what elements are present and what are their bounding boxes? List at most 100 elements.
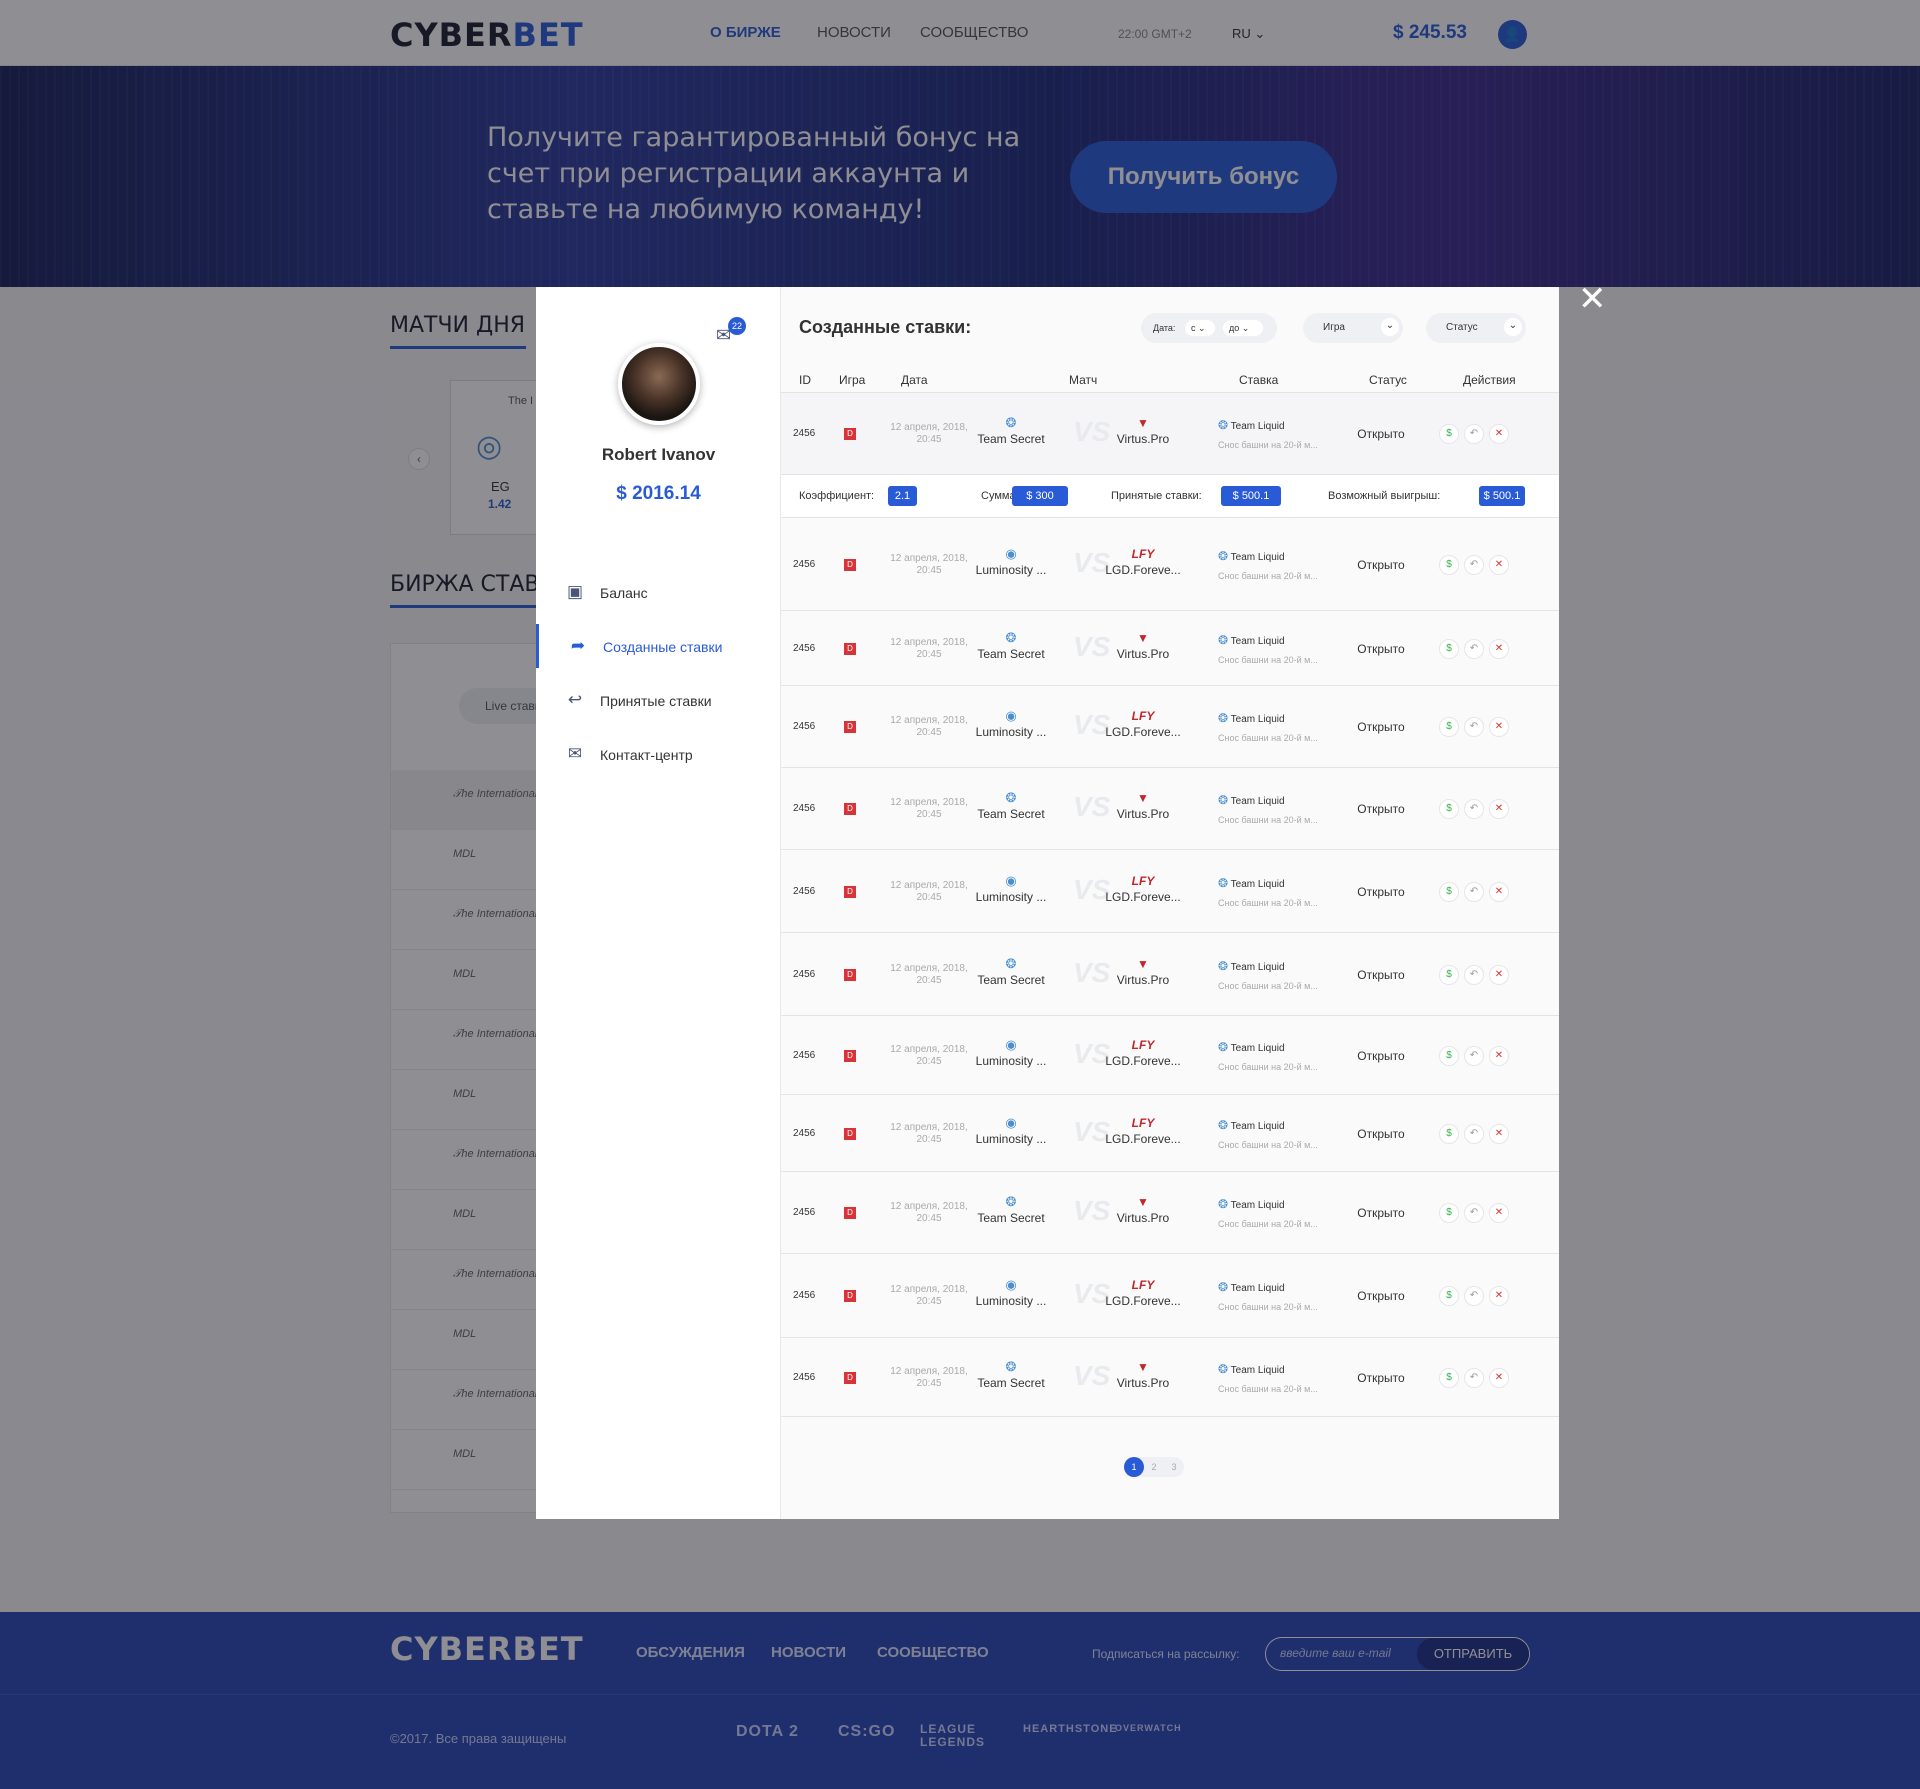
dollar-icon[interactable]: $ xyxy=(1439,1368,1459,1388)
match-team1[interactable]: ❂ Team Secret xyxy=(961,791,1061,822)
team-liquid-icon: ❂ xyxy=(1218,418,1229,432)
cancel-icon[interactable]: ✕ xyxy=(1489,799,1509,819)
dollar-icon[interactable]: $ xyxy=(1439,1046,1459,1066)
cancel-icon[interactable]: ✕ xyxy=(1489,555,1509,575)
match-team2[interactable]: LFY LGD.Foreve... xyxy=(1093,709,1193,739)
table-row[interactable]: 2456 D 12 апреля, 2018, 20:45 ❂ Team Secret V… xyxy=(781,611,1559,686)
match-team2[interactable]: LFY LGD.Foreve... xyxy=(1093,1278,1193,1308)
match-team1[interactable]: ◉ Luminosity ... xyxy=(961,874,1061,905)
match-team2[interactable]: ▼ Virtus.Pro xyxy=(1093,791,1193,821)
match-team2[interactable]: LFY LGD.Foreve... xyxy=(1093,874,1193,904)
match-team2[interactable]: ▼ Virtus.Pro xyxy=(1093,631,1193,661)
close-icon[interactable]: ✕ xyxy=(1578,282,1607,316)
table-row[interactable]: 2456 D 12 апреля, 2018, 20:45 ❂ Team Secret V… xyxy=(781,933,1559,1016)
virtus-pro-icon: ▼ xyxy=(1137,1195,1149,1209)
dollar-icon[interactable]: $ xyxy=(1439,1286,1459,1306)
dollar-icon[interactable]: $ xyxy=(1439,1203,1459,1223)
status-filter[interactable]: Статус ⌄ xyxy=(1426,313,1526,343)
bet-description: Снос башни на 20-й м... xyxy=(1218,898,1318,908)
match-team2[interactable]: ▼ Virtus.Pro xyxy=(1093,1360,1193,1390)
undo-icon[interactable]: ↶ xyxy=(1464,1286,1484,1306)
undo-icon[interactable]: ↶ xyxy=(1464,424,1484,444)
luminosity-icon: ◉ xyxy=(1005,546,1017,561)
cancel-icon[interactable]: ✕ xyxy=(1489,965,1509,985)
col-bet[interactable]: Ставка xyxy=(1239,373,1278,387)
cancel-icon[interactable]: ✕ xyxy=(1489,1046,1509,1066)
col-game[interactable]: Игра xyxy=(839,373,865,387)
cancel-icon[interactable]: ✕ xyxy=(1489,1203,1509,1223)
col-match[interactable]: Матч xyxy=(1069,373,1097,387)
dollar-icon[interactable]: $ xyxy=(1439,639,1459,659)
match-team1[interactable]: ❂ Team Secret xyxy=(961,416,1061,447)
match-team2[interactable]: LFY LGD.Foreve... xyxy=(1093,1038,1193,1068)
avatar[interactable] xyxy=(618,343,700,425)
dollar-icon[interactable]: $ xyxy=(1439,424,1459,444)
undo-icon[interactable]: ↶ xyxy=(1464,882,1484,902)
dollar-icon[interactable]: $ xyxy=(1439,965,1459,985)
date-from-select[interactable]: с ⌄ xyxy=(1185,320,1215,336)
menu-item-accepted-bets[interactable]: ↩ Принятые ставки xyxy=(536,678,781,722)
bet-id: 2456 xyxy=(793,1207,816,1218)
cancel-icon[interactable]: ✕ xyxy=(1489,882,1509,902)
col-date[interactable]: Дата xyxy=(901,373,928,387)
menu-item-created-bets[interactable]: ➦ Созданные ставки xyxy=(536,624,781,668)
undo-icon[interactable]: ↶ xyxy=(1464,555,1484,575)
bet-info: ❂ Team Liquid Снос башни на 20-й м... xyxy=(1218,957,1338,996)
cancel-icon[interactable]: ✕ xyxy=(1489,1286,1509,1306)
cancel-icon[interactable]: ✕ xyxy=(1489,1368,1509,1388)
match-team1[interactable]: ❂ Team Secret xyxy=(961,1195,1061,1226)
match-team1[interactable]: ◉ Luminosity ... xyxy=(961,1278,1061,1309)
match-team1[interactable]: ❂ Team Secret xyxy=(961,957,1061,988)
page-button[interactable]: 3 xyxy=(1164,1457,1184,1477)
cancel-icon[interactable]: ✕ xyxy=(1489,639,1509,659)
dollar-icon[interactable]: $ xyxy=(1439,717,1459,737)
cancel-icon[interactable]: ✕ xyxy=(1489,1124,1509,1144)
table-row[interactable]: 2456 D 12 апреля, 2018, 20:45 ◉ Luminosity .… xyxy=(781,518,1559,611)
bet-status: Открыто xyxy=(1357,427,1405,441)
page-button[interactable]: 2 xyxy=(1144,1457,1164,1477)
table-row[interactable]: 2456 D 12 апреля, 2018, 20:45 ◉ Luminosity .… xyxy=(781,850,1559,933)
col-id[interactable]: ID xyxy=(799,373,811,387)
table-row[interactable]: 2456 D 12 апреля, 2018, 20:45 ❂ Team Secret V… xyxy=(781,768,1559,850)
bet-id: 2456 xyxy=(793,1290,816,1301)
match-team1[interactable]: ❂ Team Secret xyxy=(961,631,1061,662)
menu-item-contact-center[interactable]: ✉ Контакт-центр xyxy=(536,732,781,776)
coef-value: 2.1 xyxy=(888,486,917,506)
cancel-icon[interactable]: ✕ xyxy=(1489,424,1509,444)
match-team2[interactable]: ▼ Virtus.Pro xyxy=(1093,957,1193,987)
match-team2[interactable]: ▼ Virtus.Pro xyxy=(1093,1195,1193,1225)
match-team1[interactable]: ◉ Luminosity ... xyxy=(961,1038,1061,1069)
match-team2[interactable]: LFY LGD.Foreve... xyxy=(1093,547,1193,577)
dollar-icon[interactable]: $ xyxy=(1439,1124,1459,1144)
table-row[interactable]: 2456 D 12 апреля, 2018, 20:45 ❂ Team Secret V… xyxy=(781,1338,1559,1417)
table-row[interactable]: 2456 D 12 апреля, 2018, 20:45 ◉ Luminosity .… xyxy=(781,1095,1559,1172)
table-row[interactable]: 2456 D 12 апреля, 2018, 20:45 ❂ Team Secret V… xyxy=(781,393,1559,475)
match-team1[interactable]: ❂ Team Secret xyxy=(961,1360,1061,1391)
dollar-icon[interactable]: $ xyxy=(1439,799,1459,819)
dollar-icon[interactable]: $ xyxy=(1439,882,1459,902)
game-filter[interactable]: Игра ⌄ xyxy=(1303,313,1403,343)
undo-icon[interactable]: ↶ xyxy=(1464,965,1484,985)
page-button[interactable]: 1 xyxy=(1124,1457,1144,1477)
match-team1[interactable]: ◉ Luminosity ... xyxy=(961,709,1061,740)
match-team1[interactable]: ◉ Luminosity ... xyxy=(961,546,1061,578)
match-team2[interactable]: ▼ Virtus.Pro xyxy=(1093,416,1193,446)
undo-icon[interactable]: ↶ xyxy=(1464,1124,1484,1144)
match-team2[interactable]: LFY LGD.Foreve... xyxy=(1093,1116,1193,1146)
undo-icon[interactable]: ↶ xyxy=(1464,717,1484,737)
undo-icon[interactable]: ↶ xyxy=(1464,1046,1484,1066)
table-row[interactable]: 2456 D 12 апреля, 2018, 20:45 ◉ Luminosity .… xyxy=(781,686,1559,768)
table-row[interactable]: 2456 D 12 апреля, 2018, 20:45 ◉ Luminosity .… xyxy=(781,1016,1559,1095)
match-team1[interactable]: ◉ Luminosity ... xyxy=(961,1116,1061,1147)
menu-item-balance[interactable]: ▣ Баланс xyxy=(536,570,781,614)
undo-icon[interactable]: ↶ xyxy=(1464,1368,1484,1388)
dollar-icon[interactable]: $ xyxy=(1439,555,1459,575)
undo-icon[interactable]: ↶ xyxy=(1464,639,1484,659)
col-status[interactable]: Статус xyxy=(1369,373,1407,387)
table-row[interactable]: 2456 D 12 апреля, 2018, 20:45 ❂ Team Secret V… xyxy=(781,1172,1559,1254)
cancel-icon[interactable]: ✕ xyxy=(1489,717,1509,737)
table-row[interactable]: 2456 D 12 апреля, 2018, 20:45 ◉ Luminosity .… xyxy=(781,1254,1559,1338)
undo-icon[interactable]: ↶ xyxy=(1464,1203,1484,1223)
date-to-select[interactable]: до ⌄ xyxy=(1223,320,1263,336)
undo-icon[interactable]: ↶ xyxy=(1464,799,1484,819)
